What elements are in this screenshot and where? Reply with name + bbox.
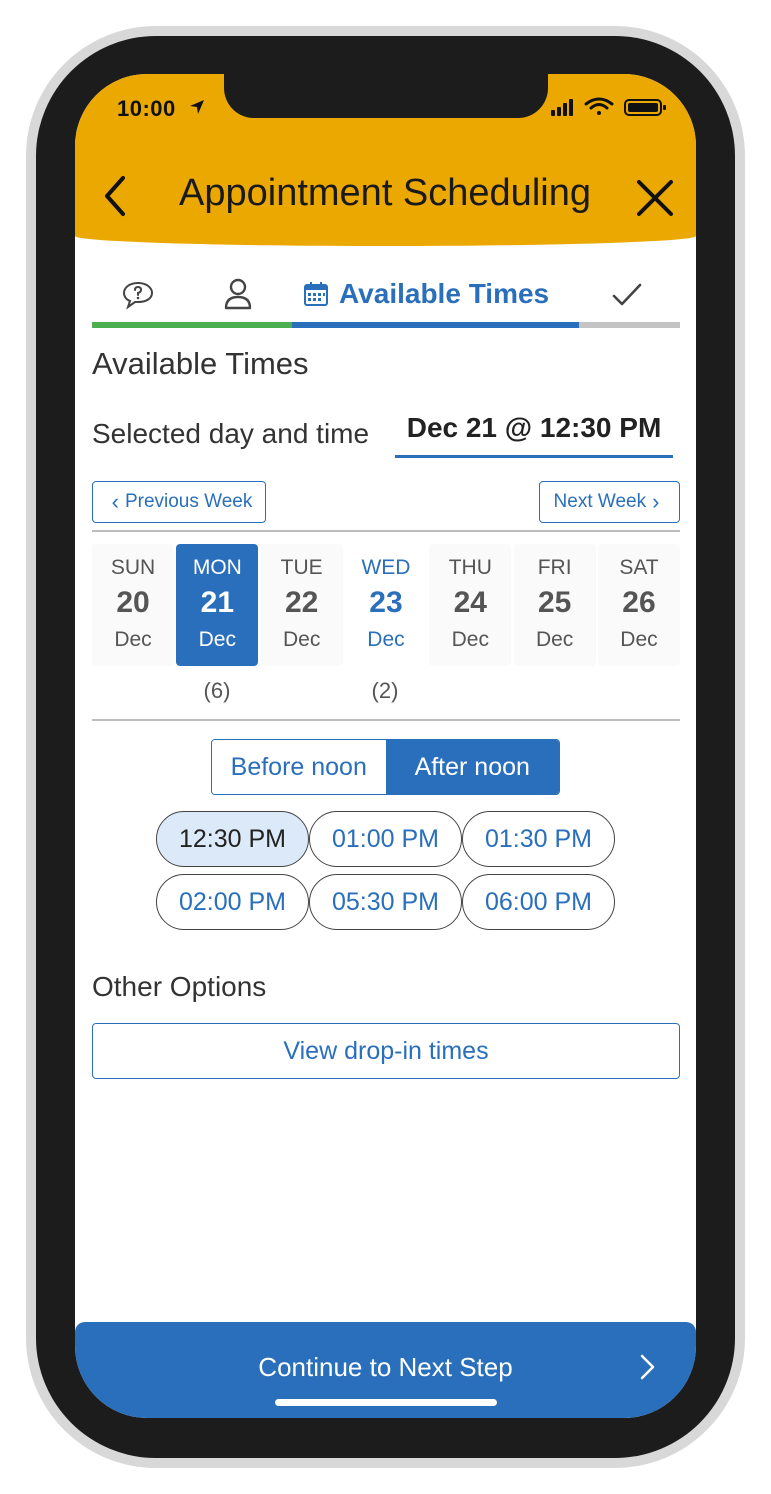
page-title: Appointment Scheduling: [179, 172, 591, 214]
progress-pending: [579, 322, 680, 328]
day-number: 22: [284, 586, 319, 619]
day-number: 23: [369, 586, 403, 619]
view-drop-in-times-button[interactable]: View drop-in times: [92, 1023, 680, 1079]
continue-label: Continue to Next Step: [258, 1352, 513, 1382]
home-indicator: [275, 1399, 497, 1406]
location-arrow-icon: [190, 100, 204, 114]
day-of-week: SAT: [619, 556, 659, 579]
day-month: Dec: [198, 628, 236, 651]
day-sun[interactable]: SUN 20 Dec: [92, 544, 174, 666]
status-icons: [551, 97, 666, 116]
step-progress-bar: [92, 322, 680, 328]
chevron-right-icon: ›: [652, 489, 660, 514]
before-noon-tab[interactable]: Before noon: [212, 740, 386, 794]
battery-icon: [624, 99, 666, 116]
previous-week-label: Previous Week: [124, 491, 253, 512]
day-number: 25: [537, 586, 572, 619]
day-wed[interactable]: WED 23 Dec: [344, 544, 427, 666]
period-toggle: Before noon After noon: [211, 739, 560, 795]
app-header: 10:00 Appointment Scheduling: [75, 74, 696, 246]
chevron-right-icon: [640, 1354, 655, 1380]
day-of-week: WED: [361, 556, 411, 579]
day-of-week: SUN: [110, 556, 156, 579]
day-number: 21: [200, 586, 235, 619]
person-icon[interactable]: [224, 278, 252, 310]
other-options-title: Other Options: [92, 971, 267, 1002]
day-slot-count: (6): [203, 678, 231, 703]
day-of-week: FRI: [537, 556, 572, 579]
device-notch: [224, 74, 548, 118]
selected-label: Selected day and time: [92, 418, 370, 449]
time-slot-button[interactable]: 02:00 PM: [156, 874, 309, 930]
day-month: Dec: [114, 628, 152, 651]
time-slot-button[interactable]: 01:00 PM: [309, 811, 462, 867]
wifi-icon: [584, 97, 614, 115]
chevron-left-icon: ‹: [111, 489, 119, 514]
next-week-label: Next Week: [553, 491, 647, 512]
day-thu[interactable]: THU 24 Dec: [429, 544, 512, 666]
cellular-signal-icon: [551, 99, 573, 116]
day-number: 20: [116, 586, 150, 619]
next-week-button[interactable]: Next Week ›: [539, 481, 680, 523]
calendar-icon: [304, 282, 328, 306]
section-title: Available Times: [92, 346, 309, 381]
back-chevron-icon[interactable]: [101, 174, 131, 218]
time-slot-button[interactable]: 12:30 PM: [156, 811, 309, 867]
progress-done: [92, 322, 292, 328]
step-available-times[interactable]: Available Times: [303, 274, 549, 314]
status-time: 10:00: [117, 96, 176, 121]
checkmark-icon[interactable]: [611, 282, 643, 308]
day-of-week: TUE: [280, 556, 323, 579]
screen: 10:00 Appointment Scheduling Available T…: [75, 74, 696, 1418]
day-sat[interactable]: SAT 26 Dec: [597, 544, 680, 666]
day-slot-count: (2): [371, 678, 399, 703]
after-noon-tab[interactable]: After noon: [385, 740, 559, 794]
chat-bubble-question-icon[interactable]: [121, 280, 155, 310]
day-of-week: THU: [448, 556, 492, 579]
day-number: 24: [453, 586, 487, 619]
day-tue[interactable]: TUE 22 Dec: [260, 544, 343, 666]
progress-current: [292, 322, 579, 328]
day-month: Dec: [535, 628, 574, 651]
day-month: Dec: [451, 628, 489, 651]
time-slot-button[interactable]: 01:30 PM: [462, 811, 615, 867]
divider: [92, 719, 680, 721]
day-of-week: MON: [192, 556, 242, 579]
time-slot-button[interactable]: 05:30 PM: [309, 874, 462, 930]
divider: [92, 530, 680, 532]
day-picker: SUN 20 Dec MON 21 Dec TUE 22 Dec WED 23 …: [92, 544, 680, 666]
time-slot-button[interactable]: 06:00 PM: [462, 874, 615, 930]
day-month: Dec: [620, 628, 658, 651]
step-label: Available Times: [339, 278, 550, 309]
day-number: 26: [622, 586, 656, 619]
day-month: Dec: [282, 628, 321, 651]
day-month: Dec: [367, 628, 405, 651]
day-mon[interactable]: MON 21 Dec: [176, 544, 259, 666]
close-icon[interactable]: [635, 178, 675, 218]
day-fri[interactable]: FRI 25 Dec: [513, 544, 596, 666]
selected-value: Dec 21 @ 12:30 PM: [395, 412, 673, 458]
previous-week-button[interactable]: ‹ Previous Week: [92, 481, 266, 523]
